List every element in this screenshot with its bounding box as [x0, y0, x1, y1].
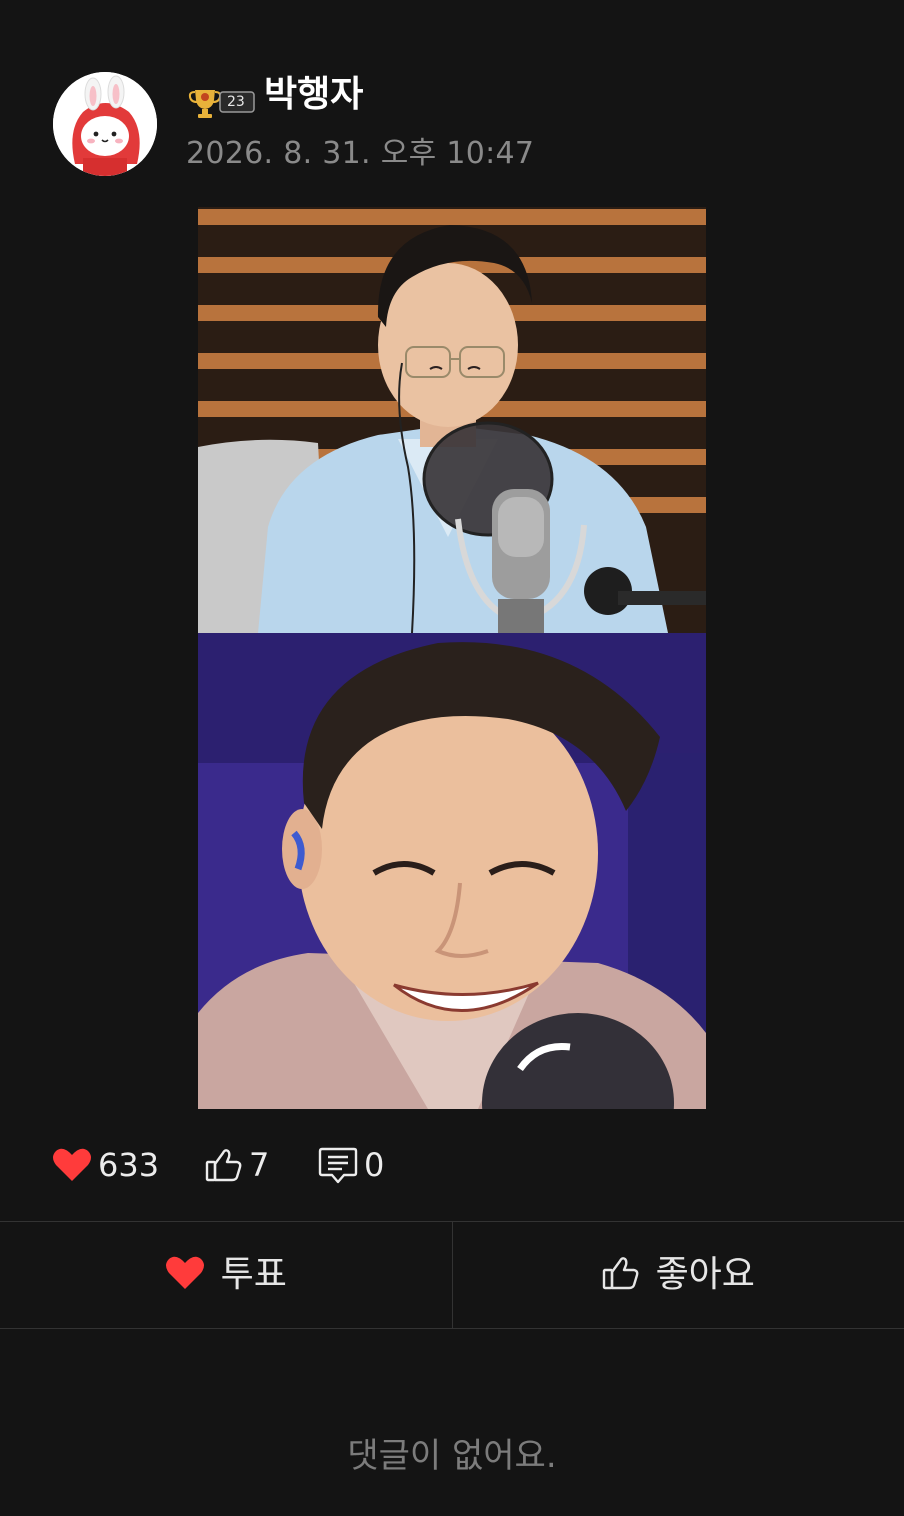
like-count-value: 7 — [249, 1146, 270, 1184]
thumbs-up-icon — [602, 1255, 640, 1295]
vote-button[interactable]: 투표 — [0, 1222, 452, 1328]
thumbs-up-icon — [205, 1147, 243, 1183]
comment-count: 0 — [318, 1143, 384, 1187]
post-timestamp: 2026. 8. 31. 오후 10:47 — [186, 136, 535, 171]
vote-button-label: 투표 — [220, 1254, 287, 1295]
empty-comments-message: 댓글이 없어요. — [347, 1436, 557, 1476]
like-button-label: 좋아요 — [655, 1254, 755, 1295]
author-name[interactable]: 박행자 — [264, 73, 363, 117]
action-bar: 투표 좋아요 — [0, 1221, 904, 1329]
bunny-avatar-icon — [53, 72, 157, 176]
vote-count-value: 633 — [98, 1146, 160, 1184]
level-badge: 23 — [187, 82, 255, 122]
post-image-radio-host[interactable] — [198, 207, 706, 633]
vote-count: 633 — [52, 1143, 159, 1187]
photo-radio-host-microphone — [198, 207, 706, 633]
heart-icon — [52, 1147, 92, 1183]
badge-level-number: 23 — [227, 94, 245, 110]
like-count: 7 — [205, 1143, 269, 1187]
post-image-smiling-man[interactable] — [198, 633, 706, 1109]
author-avatar[interactable] — [53, 72, 157, 176]
like-button[interactable]: 좋아요 — [451, 1222, 904, 1328]
photo-smiling-man-closeup — [198, 633, 706, 1109]
heart-icon — [165, 1255, 205, 1295]
comment-count-value: 0 — [364, 1146, 385, 1184]
comment-icon — [318, 1145, 358, 1185]
